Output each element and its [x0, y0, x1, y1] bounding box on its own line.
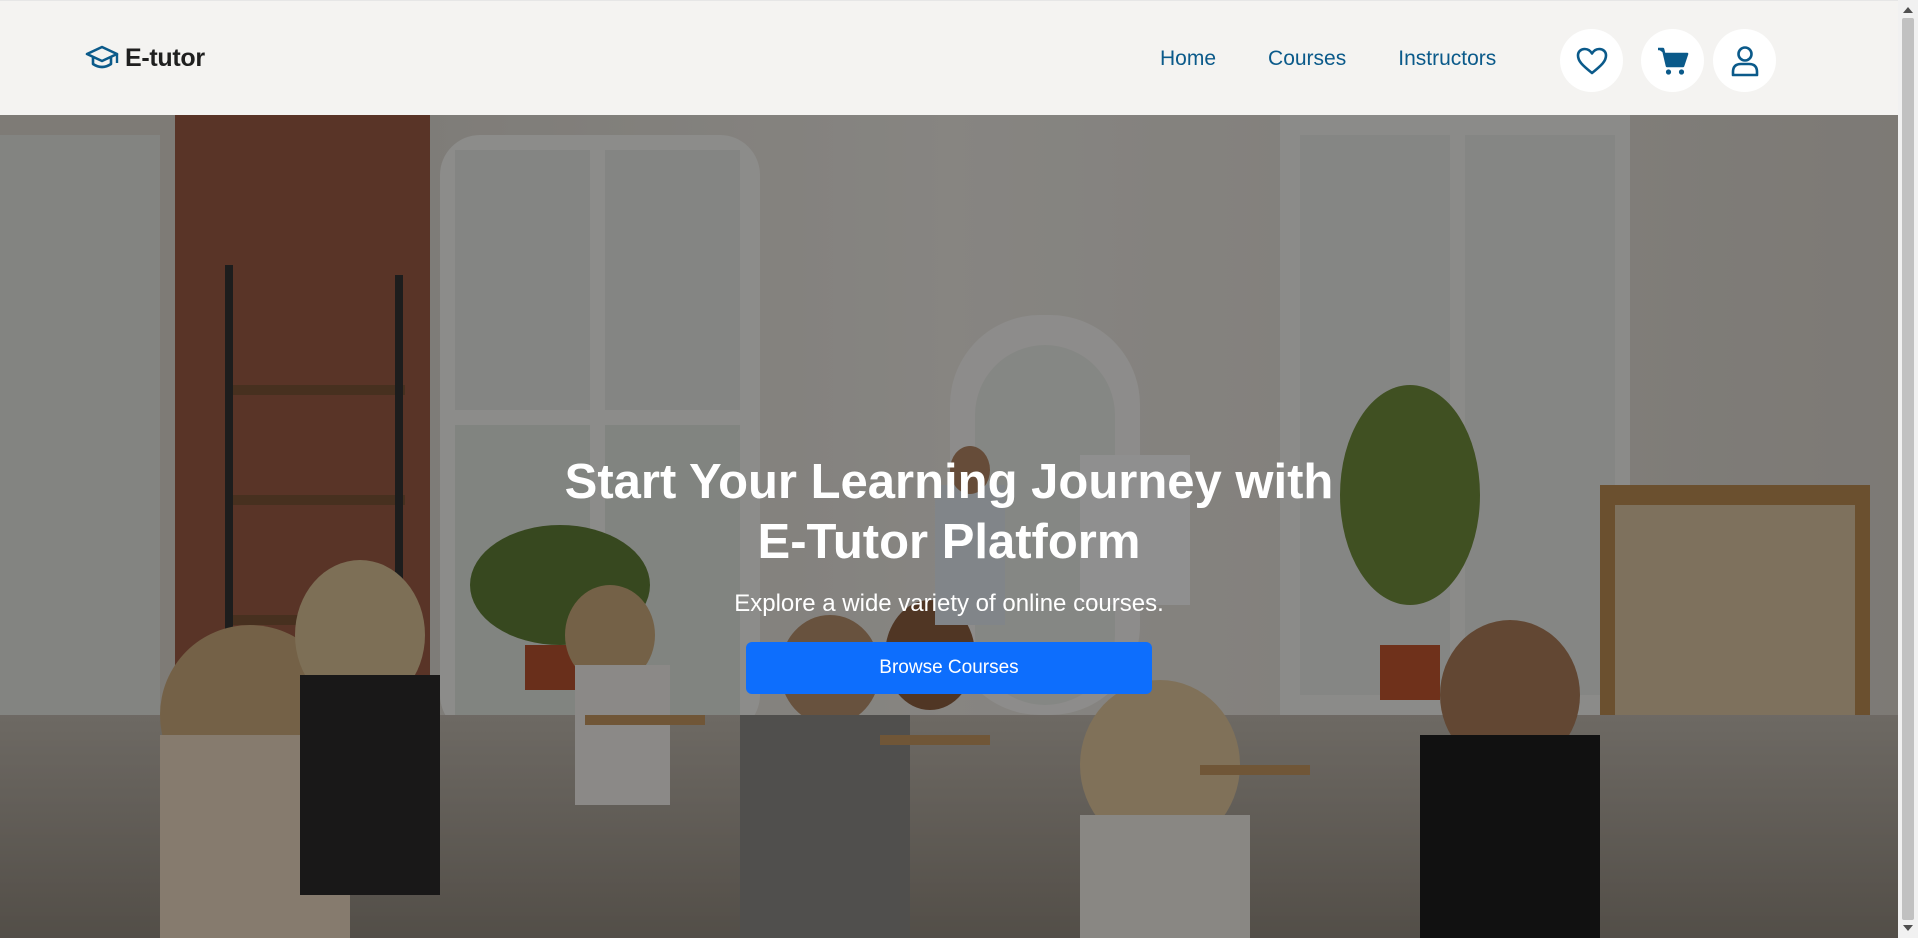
scrollbar-thumb[interactable] [1902, 18, 1914, 920]
brand-name: E-tutor [125, 43, 205, 72]
hero-subtitle: Explore a wide variety of online courses… [734, 590, 1164, 617]
brand-logo[interactable]: E-tutor [85, 43, 205, 73]
heart-icon [1576, 47, 1607, 74]
nav-link-home[interactable]: Home [1160, 47, 1216, 71]
nav-link-instructors[interactable]: Instructors [1398, 47, 1496, 71]
cart-button[interactable] [1641, 29, 1704, 92]
graduation-cap-icon [85, 45, 119, 69]
hero-content: Start Your Learning Journey with E-Tutor… [0, 452, 1898, 694]
cart-icon [1657, 47, 1688, 75]
hero-title: Start Your Learning Journey with E-Tutor… [0, 452, 1898, 572]
browse-courses-button[interactable]: Browse Courses [746, 642, 1152, 694]
page: E-tutor Home Courses Instructors Start Y… [0, 0, 1898, 938]
user-icon [1731, 45, 1758, 76]
wishlist-button[interactable] [1560, 29, 1623, 92]
hero-section: Start Your Learning Journey with E-Tutor… [0, 115, 1898, 938]
scroll-up-arrow-icon[interactable] [1903, 7, 1913, 13]
scroll-down-arrow-icon[interactable] [1903, 925, 1913, 931]
hero-title-line-1: Start Your Learning Journey with [564, 455, 1334, 509]
main-nav: Home Courses Instructors [1160, 47, 1496, 71]
account-button[interactable] [1713, 29, 1776, 92]
navbar: E-tutor Home Courses Instructors [0, 0, 1898, 115]
nav-link-courses[interactable]: Courses [1268, 47, 1346, 71]
vertical-scrollbar[interactable] [1898, 0, 1918, 938]
hero-title-line-2: E-Tutor Platform [757, 515, 1141, 569]
